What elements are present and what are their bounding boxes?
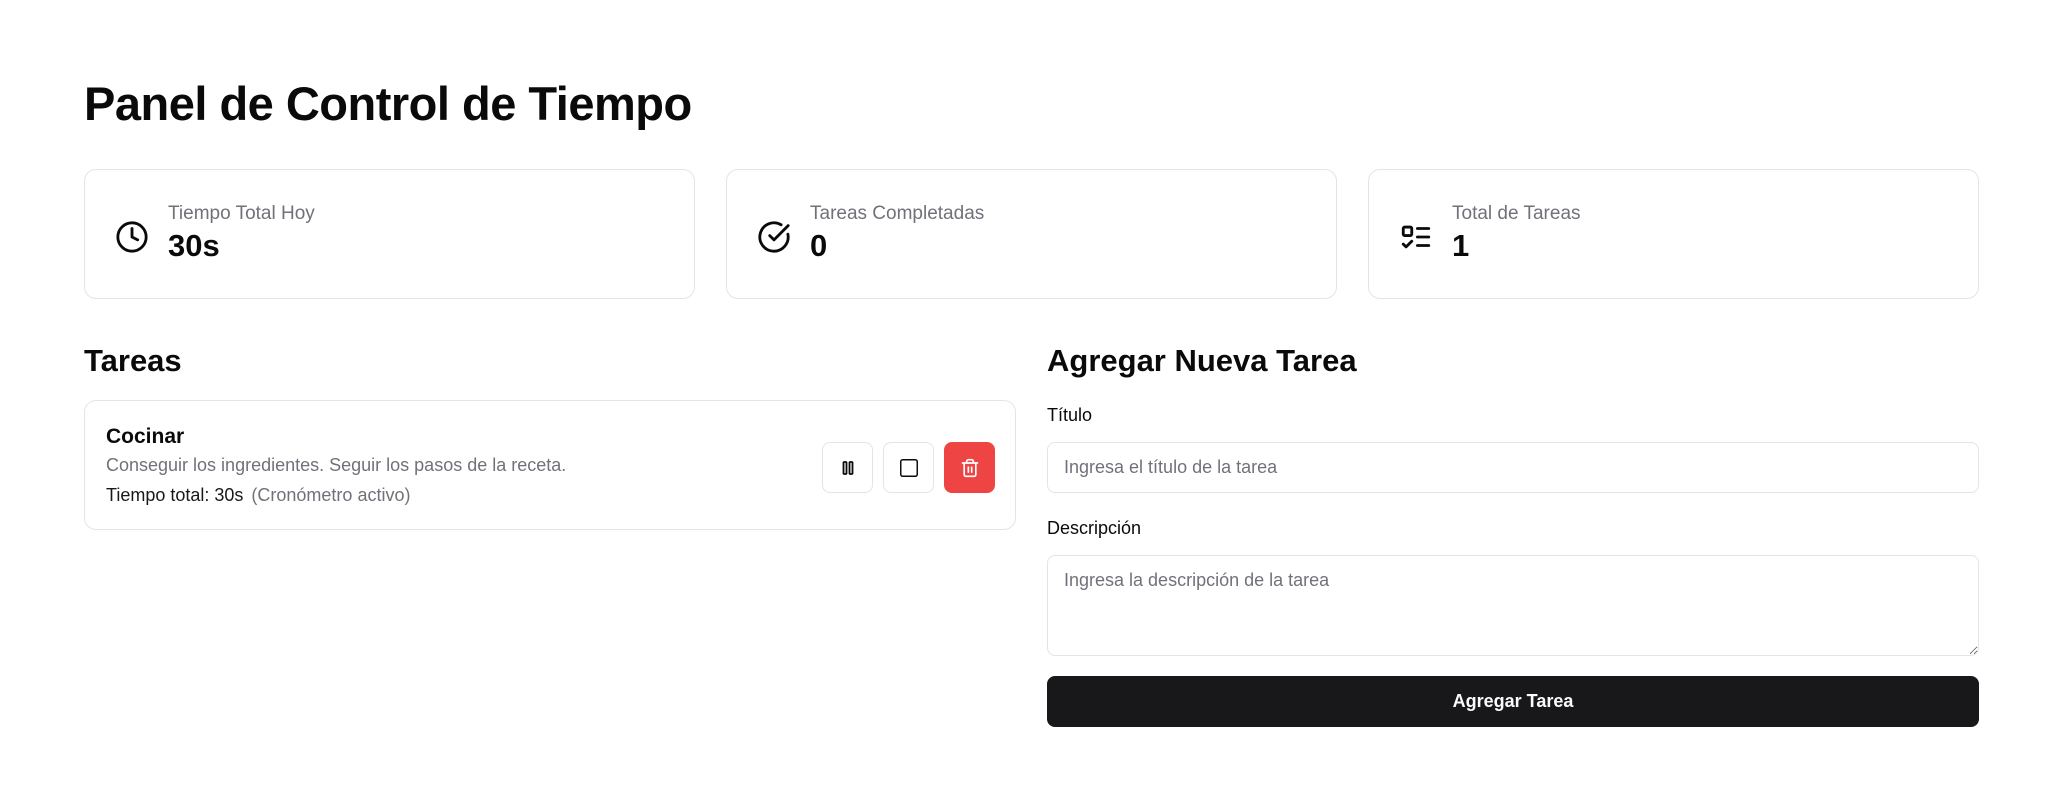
- add-task-button[interactable]: Agregar Tarea: [1047, 676, 1979, 727]
- title-label: Título: [1047, 405, 1093, 425]
- stat-card-completed-tasks: Tareas Completadas 0: [726, 169, 1337, 299]
- add-task-heading: Agregar Nueva Tarea: [1047, 343, 1357, 378]
- stat-label: Tiempo Total Hoy: [168, 203, 315, 224]
- pause-icon: [842, 460, 853, 475]
- square-icon: [899, 458, 918, 477]
- clock-icon: [116, 221, 148, 253]
- stat-card-total-tasks: Total de Tareas 1: [1368, 169, 1979, 299]
- stat-label: Tareas Completadas: [810, 203, 985, 224]
- check-circle-icon: [758, 221, 790, 253]
- task-time-row: Tiempo total: 30s (Cronómetro activo): [106, 485, 410, 506]
- page-title: Panel de Control de Tiempo: [84, 77, 692, 130]
- task-title: Cocinar: [106, 425, 185, 448]
- complete-task-button[interactable]: [883, 442, 934, 493]
- task-title-input[interactable]: [1047, 442, 1979, 493]
- description-label: Descripción: [1047, 518, 1142, 538]
- list-checks-icon: [1401, 225, 1431, 249]
- task-card: Cocinar Conseguir los ingredientes. Segu…: [84, 400, 1016, 530]
- tasks-heading: Tareas: [84, 343, 182, 378]
- trash-icon: [961, 458, 978, 477]
- stat-value: 0: [810, 228, 828, 263]
- task-total-time: Tiempo total: 30s: [106, 485, 244, 505]
- task-description-input[interactable]: [1047, 555, 1979, 656]
- delete-task-button[interactable]: [944, 442, 995, 493]
- stat-card-total-time: Tiempo Total Hoy 30s: [84, 169, 695, 299]
- stat-value: 30s: [168, 228, 220, 263]
- stat-label: Total de Tareas: [1452, 203, 1581, 224]
- stat-value: 1: [1452, 228, 1470, 263]
- task-description: Conseguir los ingredientes. Seguir los p…: [106, 455, 567, 475]
- pause-timer-button[interactable]: [822, 442, 873, 493]
- timer-status: (Cronómetro activo): [251, 485, 411, 505]
